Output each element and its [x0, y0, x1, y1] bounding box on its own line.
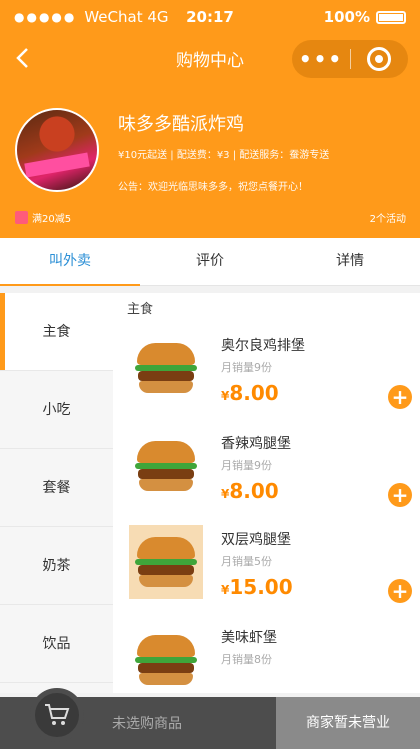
carrier-label: WeChat 4G [84, 8, 169, 26]
signal-icon: ●●●●● [14, 10, 77, 24]
discount-icon [15, 211, 28, 224]
category-item-combos[interactable]: 套餐 [0, 449, 113, 527]
section-title: 主食 [127, 302, 154, 317]
tab-bar: 叫外卖 评价 详情 [0, 238, 420, 286]
tab-details[interactable]: 详情 [280, 238, 420, 285]
shop-name: 味多多酷派炸鸡 [118, 114, 244, 135]
product-item: 美味虾堡 月销量8份 [129, 623, 409, 693]
more-menu-icon[interactable]: ••• [292, 47, 350, 71]
promo-badge: 满20减5 [15, 210, 71, 225]
shopping-cart-icon [45, 704, 70, 725]
activity-count[interactable]: 2个活动 [370, 210, 406, 225]
shop-header: ●●●●● WeChat 4G 20:17 100% 购物中心 ••• 味多多酷… [0, 0, 420, 238]
add-to-cart-button[interactable]: + [388, 385, 412, 409]
shop-notice: 公告：欢迎光临思味多多，祝您点餐开心！ [118, 182, 308, 193]
burger-image[interactable] [129, 331, 203, 405]
shop-delivery-info: ¥10元起送 | 配送费：¥3 | 配送服务：蚕游专送 [118, 150, 330, 161]
product-sales: 月销量9份 [221, 459, 272, 472]
capsule-divider [350, 49, 351, 69]
clock: 20:17 [186, 8, 234, 26]
shop-logo [15, 108, 99, 192]
product-price: ¥8.00 [221, 381, 279, 405]
category-item-snacks[interactable]: 小吃 [0, 371, 113, 449]
product-item: 双层鸡腿堡 月销量5份 ¥15.00 + [129, 525, 412, 615]
product-price: ¥8.00 [221, 479, 279, 503]
category-sidebar: 主食 小吃 套餐 奶茶 饮品 [0, 293, 113, 693]
product-price: ¥15.00 [221, 575, 293, 599]
burger-image[interactable] [129, 525, 203, 599]
category-item-main[interactable]: 主食 [0, 293, 113, 371]
product-list: 主食 奥尔良鸡排堡 月销量9份 ¥8.00 + 香辣鸡腿堡 月销量9份 ¥8.0… [113, 293, 420, 693]
add-to-cart-button[interactable]: + [388, 579, 412, 603]
category-item-drinks[interactable]: 饮品 [0, 605, 113, 683]
product-name: 香辣鸡腿堡 [221, 436, 291, 452]
category-item-milk-tea[interactable]: 奶茶 [0, 527, 113, 605]
burger-image[interactable] [129, 623, 203, 693]
mini-program-capsule: ••• [292, 40, 408, 78]
product-sales: 月销量9份 [221, 361, 272, 374]
product-sales: 月销量5份 [221, 555, 272, 568]
product-item: 奥尔良鸡排堡 月销量9份 ¥8.00 + [129, 331, 412, 421]
close-program-icon[interactable] [367, 47, 391, 71]
tab-reviews[interactable]: 评价 [140, 238, 280, 285]
status-bar: ●●●●● WeChat 4G 20:17 100% [0, 0, 420, 34]
product-name: 奥尔良鸡排堡 [221, 338, 305, 354]
add-to-cart-button[interactable]: + [388, 483, 412, 507]
promo-text: 满20减5 [32, 214, 72, 225]
battery-percent: 100% [323, 8, 370, 26]
battery-icon [376, 10, 406, 24]
cart-empty-text: 未选购商品 [112, 716, 182, 732]
cart-icon[interactable] [30, 688, 84, 742]
navbar: 购物中心 ••• [0, 34, 420, 82]
product-name: 双层鸡腿堡 [221, 532, 291, 548]
product-sales: 月销量8份 [221, 653, 272, 666]
tab-order[interactable]: 叫外卖 [0, 238, 140, 286]
product-item: 香辣鸡腿堡 月销量9份 ¥8.00 + [129, 429, 412, 519]
burger-image[interactable] [129, 429, 203, 503]
shop-closed-button[interactable]: 商家暂未营业 [276, 697, 420, 749]
product-name: 美味虾堡 [221, 630, 277, 646]
